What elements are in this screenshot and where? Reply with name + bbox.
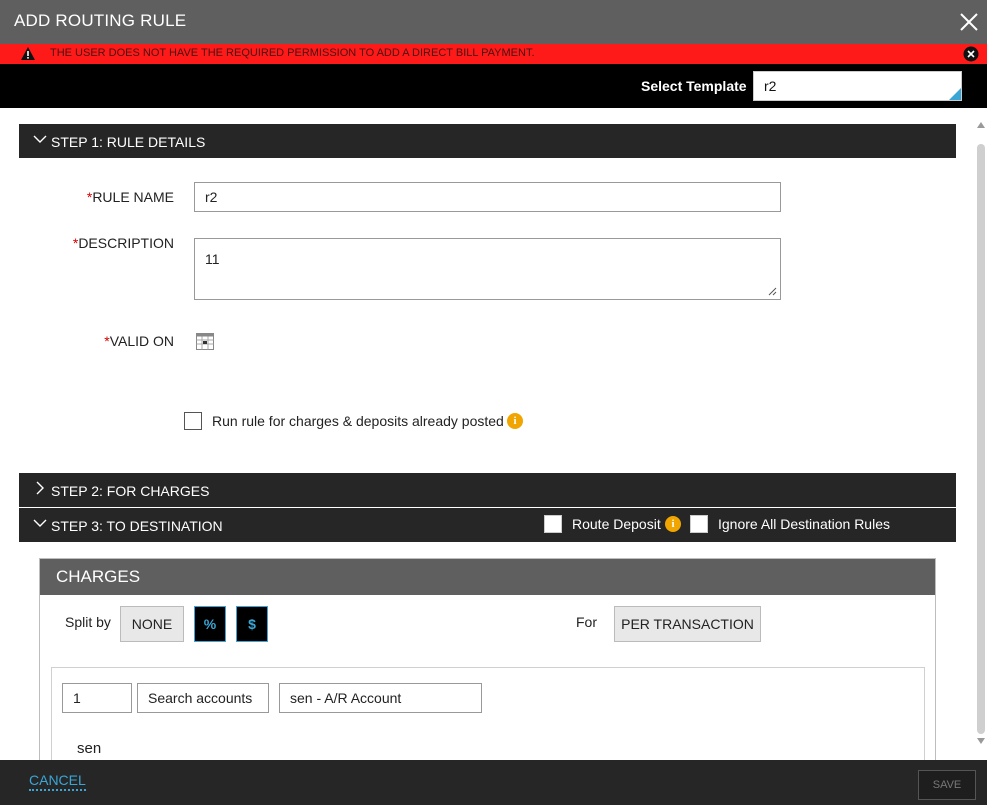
- step3-label: STEP 3: TO DESTINATION: [51, 518, 223, 534]
- close-icon[interactable]: [957, 10, 981, 34]
- chevron-down-icon: [33, 135, 47, 143]
- charges-panel: CHARGES Split by NONE % $ For PER TRANSA…: [39, 558, 936, 760]
- split-percent-button[interactable]: %: [194, 606, 226, 642]
- resize-handle-icon[interactable]: [767, 286, 777, 296]
- save-button[interactable]: SAVE: [918, 770, 976, 800]
- selected-account-name: sen: [77, 740, 102, 757]
- template-bar: Select Template r2: [0, 64, 987, 108]
- step1-label: STEP 1: RULE DETAILS: [51, 134, 206, 150]
- per-transaction-button[interactable]: PER TRANSACTION: [614, 606, 761, 642]
- scroll-down-icon[interactable]: [977, 738, 985, 744]
- rule-name-label: *RULE NAME: [86, 189, 174, 205]
- ignore-rules-checkbox[interactable]: [690, 515, 708, 533]
- route-deposit-label: Route Deposit: [572, 516, 661, 532]
- step2-label: STEP 2: FOR CHARGES: [51, 483, 210, 499]
- error-message: THE USER DOES NOT HAVE THE REQUIRED PERM…: [50, 47, 535, 59]
- for-label: For: [576, 614, 597, 630]
- dialog-footer: CANCEL SAVE: [0, 760, 987, 805]
- description-textarea[interactable]: 11: [194, 238, 781, 300]
- cancel-button[interactable]: CANCEL: [29, 772, 86, 791]
- search-accounts-button[interactable]: Search accounts: [137, 683, 269, 713]
- chevron-down-icon: [33, 519, 47, 527]
- split-none-button[interactable]: NONE: [120, 606, 184, 642]
- error-banner: THE USER DOES NOT HAVE THE REQUIRED PERM…: [0, 44, 987, 64]
- calendar-icon[interactable]: [196, 332, 214, 350]
- info-icon[interactable]: i: [507, 413, 523, 429]
- scroll-up-icon[interactable]: [977, 122, 985, 128]
- dismiss-error-icon[interactable]: [963, 46, 979, 62]
- content-scrollbar[interactable]: [975, 108, 987, 760]
- quantity-input[interactable]: 1: [62, 683, 132, 713]
- run-rule-label: Run rule for charges & deposits already …: [212, 413, 504, 429]
- charges-title: CHARGES: [56, 567, 141, 586]
- split-by-label: Split by: [65, 614, 111, 630]
- split-row-panel: 1 Search accounts sen - A/R Account sen: [51, 667, 925, 760]
- chevron-right-icon: [36, 481, 44, 495]
- account-input[interactable]: sen - A/R Account: [279, 683, 482, 713]
- step3-header[interactable]: STEP 3: TO DESTINATION Route Deposit i I…: [19, 508, 956, 542]
- scrollbar-thumb[interactable]: [977, 144, 985, 734]
- dropdown-corner-icon: [949, 88, 961, 100]
- description-label: *DESCRIPTION: [72, 235, 174, 251]
- dialog-titlebar: ADD ROUTING RULE: [0, 0, 987, 44]
- step1-header[interactable]: STEP 1: RULE DETAILS: [19, 124, 956, 158]
- route-deposit-checkbox[interactable]: [544, 515, 562, 533]
- info-icon[interactable]: i: [665, 516, 681, 532]
- template-label: Select Template: [641, 78, 747, 94]
- template-value: r2: [764, 78, 777, 94]
- charges-header: CHARGES: [40, 559, 935, 595]
- ignore-rules-label: Ignore All Destination Rules: [718, 516, 890, 532]
- dialog-title: ADD ROUTING RULE: [14, 11, 187, 30]
- split-dollar-button[interactable]: $: [236, 606, 268, 642]
- warning-icon: [21, 47, 35, 60]
- step2-header[interactable]: STEP 2: FOR CHARGES: [19, 473, 956, 507]
- dialog-content: STEP 1: RULE DETAILS *RULE NAME r2 *DESC…: [0, 108, 987, 760]
- template-select[interactable]: r2: [753, 71, 962, 101]
- rule-name-input[interactable]: r2: [194, 182, 781, 212]
- valid-on-label: *VALID ON: [104, 333, 174, 349]
- run-rule-checkbox[interactable]: [184, 412, 202, 430]
